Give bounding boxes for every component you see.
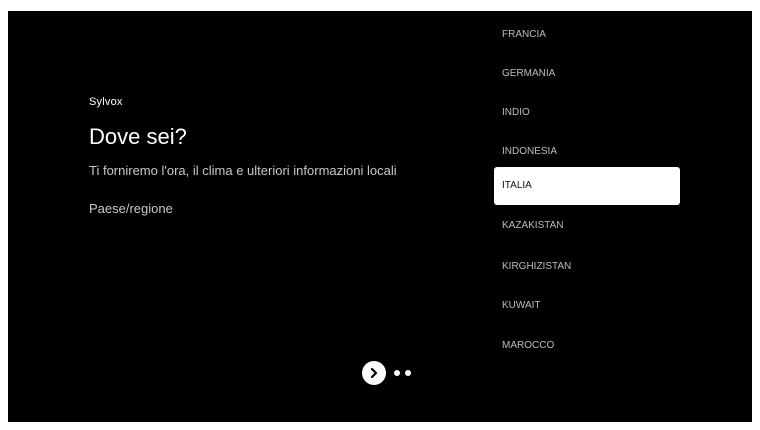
next-button[interactable] xyxy=(362,361,386,385)
country-item-francia[interactable]: FRANCIA xyxy=(494,16,680,54)
chevron-right-icon xyxy=(370,367,378,379)
step-dot xyxy=(394,370,400,376)
country-item-label: INDONESIA xyxy=(502,146,558,157)
page-subtitle: Ti forniremo l'ora, il clima e ulteriori… xyxy=(89,163,397,178)
page-title: Dove sei? xyxy=(89,124,187,149)
country-item-label: INDIO xyxy=(502,107,530,118)
country-item-indonesia[interactable]: INDONESIA xyxy=(494,133,680,171)
country-item-italia[interactable]: ITALIA xyxy=(494,167,680,205)
country-item-marocco[interactable]: MAROCCO xyxy=(494,327,680,365)
step-dot xyxy=(405,370,411,376)
country-item-kuwait[interactable]: KUWAIT xyxy=(494,287,680,325)
country-item-label: MAROCCO xyxy=(502,340,555,351)
country-item-kazakistan[interactable]: KAZAKISTAN xyxy=(494,207,680,245)
country-item-germania[interactable]: GERMANIA xyxy=(494,55,680,93)
country-list: FRANCIA GERMANIA INDIO INDONESIA ITALIA … xyxy=(494,11,680,422)
brand-logo: Sylvox xyxy=(89,96,123,108)
country-item-kirghizistan[interactable]: KIRGHIZISTAN xyxy=(494,248,680,286)
setup-screen: Sylvox Dove sei? Ti forniremo l'ora, il … xyxy=(8,11,752,422)
country-item-label: KUWAIT xyxy=(502,300,541,311)
country-item-indio[interactable]: INDIO xyxy=(494,94,680,132)
country-item-label: FRANCIA xyxy=(502,29,546,40)
country-region-label: Paese/regione xyxy=(89,201,173,216)
country-item-label: KAZAKISTAN xyxy=(502,220,564,231)
country-item-label: ITALIA xyxy=(502,180,532,191)
country-item-label: KIRGHIZISTAN xyxy=(502,261,572,272)
country-item-label: GERMANIA xyxy=(502,68,556,79)
